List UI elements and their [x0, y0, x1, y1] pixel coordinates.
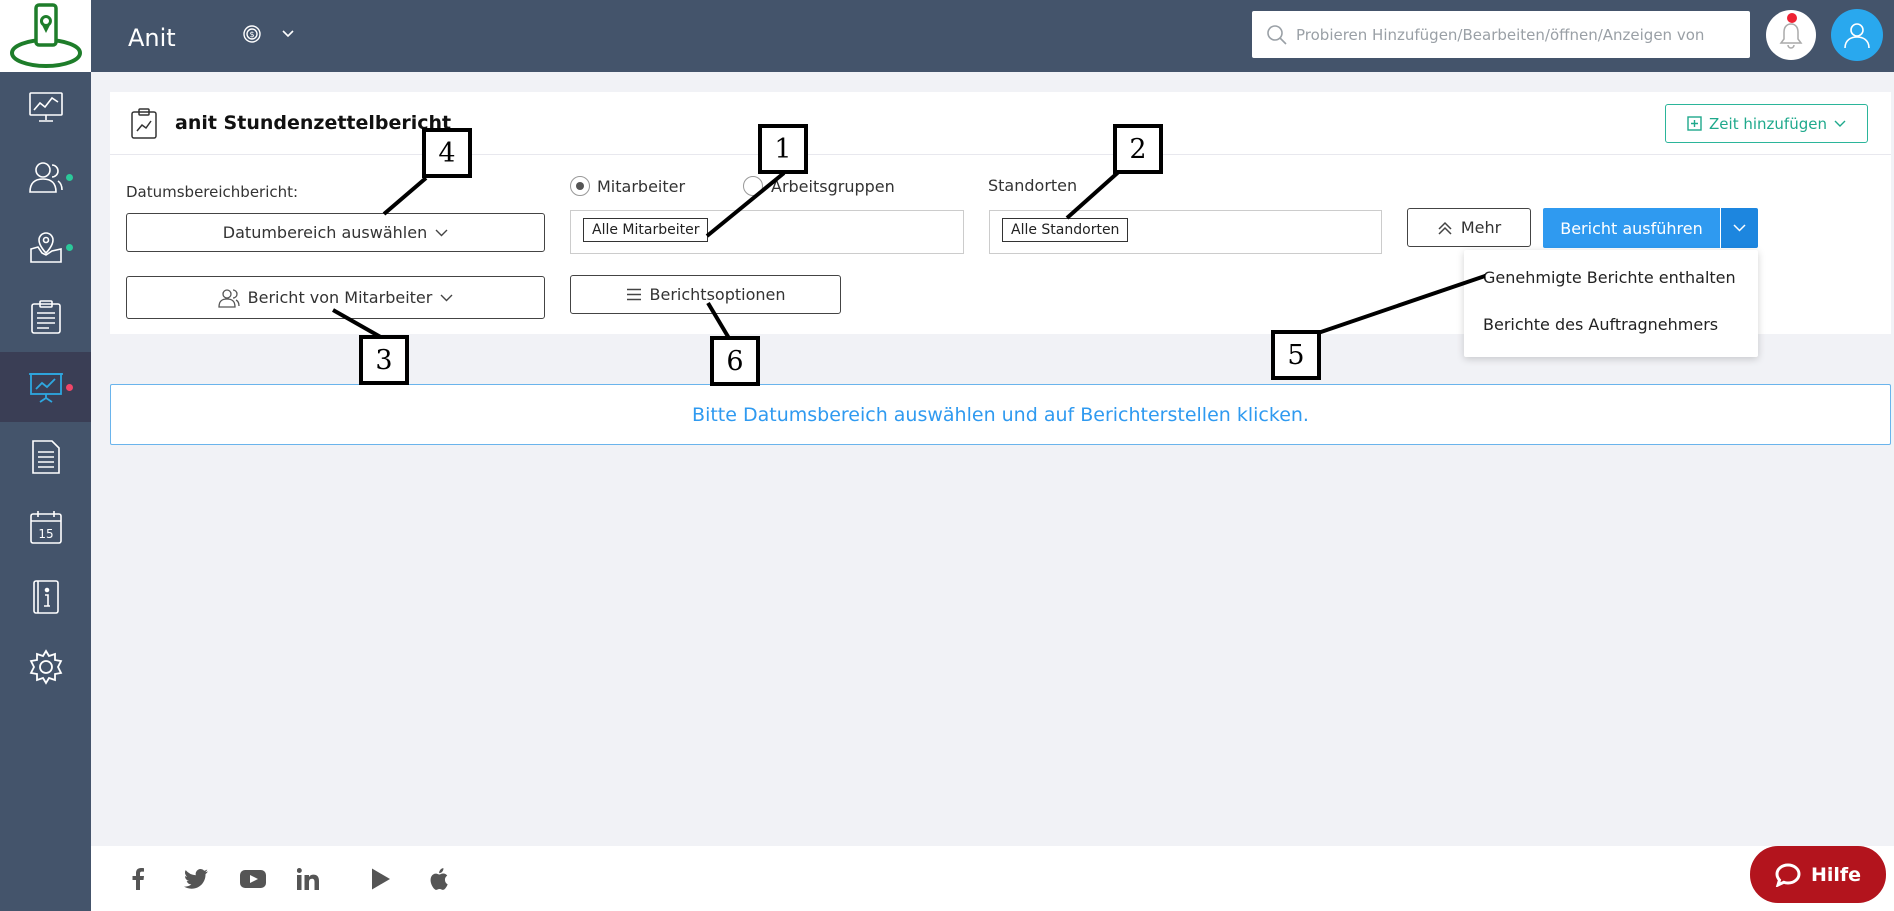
- currency-selector[interactable]: $: [241, 24, 295, 44]
- nav-calendar[interactable]: 15: [0, 492, 91, 562]
- radio-employees-label: Mitarbeiter: [597, 177, 686, 196]
- report-options-button[interactable]: Berichtsoptionen: [570, 275, 841, 314]
- clipboard-list-icon: [30, 300, 61, 334]
- help-label: Hilfe: [1810, 863, 1862, 886]
- report-options-label: Berichtsoptionen: [649, 285, 786, 304]
- users-icon: [218, 288, 240, 308]
- run-report-dropdown-toggle[interactable]: [1721, 208, 1758, 248]
- monitor-chart-icon: [28, 92, 63, 122]
- locations-chip[interactable]: Alle Standorten: [1002, 218, 1129, 242]
- nav-locations[interactable]: [0, 212, 91, 282]
- user-icon: [1844, 23, 1870, 49]
- more-button[interactable]: Mehr: [1407, 208, 1531, 247]
- nav-settings[interactable]: [0, 632, 91, 702]
- chevron-down-icon: [1733, 224, 1746, 232]
- chevron-down-icon: [1834, 120, 1846, 127]
- radio-workgroups[interactable]: [743, 176, 763, 196]
- add-time-label: Zeit hinzufügen: [1709, 114, 1827, 133]
- search-icon: [1267, 24, 1287, 45]
- info-book-icon: [32, 580, 59, 614]
- search-input[interactable]: [1296, 25, 1736, 44]
- report-card-header: anit Stundenzettelbericht Zeit hinzufüge…: [110, 92, 1891, 155]
- callout-2: 2: [1113, 124, 1163, 174]
- top-header: Anit $: [91, 0, 1894, 72]
- currency-icon: $: [243, 25, 261, 43]
- svg-text:15: 15: [38, 527, 53, 541]
- plus-square-icon: [1687, 116, 1702, 131]
- info-notice: Bitte Datumsbereich auswählen und auf Be…: [110, 384, 1891, 445]
- nav-reports[interactable]: [0, 352, 91, 422]
- document-icon: [31, 440, 60, 474]
- dropdown-item-approved-reports[interactable]: Genehmigte Berichte enthalten: [1483, 268, 1736, 287]
- date-range-button-label: Datumbereich auswählen: [222, 223, 428, 242]
- locations-label: Standorten: [988, 176, 1078, 195]
- app-logo[interactable]: [0, 0, 91, 72]
- date-range-label: Datumsbereichbericht:: [126, 183, 299, 201]
- chevron-down-icon: [440, 294, 453, 301]
- gear-icon: [29, 649, 62, 685]
- employees-chip[interactable]: Alle Mitarbeiter: [583, 218, 709, 242]
- apple-icon[interactable]: [429, 868, 449, 890]
- radio-employees[interactable]: [570, 176, 590, 196]
- presentation-chart-icon: [28, 373, 63, 403]
- date-range-button[interactable]: Datumbereich auswählen: [126, 213, 545, 252]
- callout-1: 1: [758, 124, 808, 174]
- menu-icon: [626, 288, 641, 301]
- run-report-dropdown-menu: Genehmigte Berichte enthalten Berichte d…: [1464, 250, 1758, 357]
- clipboard-chart-icon: [131, 108, 157, 139]
- nav-info[interactable]: [0, 562, 91, 632]
- status-dot: [66, 244, 73, 251]
- employee-report-button[interactable]: Bericht von Mitarbeiter: [126, 276, 545, 319]
- add-time-button[interactable]: Zeit hinzufügen: [1665, 104, 1868, 143]
- user-avatar[interactable]: [1831, 9, 1883, 61]
- app-title: Anit: [128, 24, 176, 52]
- nav-users[interactable]: [0, 142, 91, 212]
- callout-3: 3: [359, 335, 409, 385]
- linkedin-icon[interactable]: [297, 868, 319, 890]
- notification-dot: [1787, 13, 1797, 23]
- logo-icon: [9, 3, 82, 68]
- employee-report-label: Bericht von Mitarbeiter: [247, 288, 433, 307]
- employees-select[interactable]: Alle Mitarbeiter: [570, 210, 964, 254]
- footer: [91, 846, 1894, 911]
- users-icon: [28, 162, 63, 193]
- more-label: Mehr: [1460, 218, 1502, 237]
- chevrons-up-icon: [1438, 221, 1452, 235]
- dropdown-item-contractor-reports[interactable]: Berichte des Auftragnehmers: [1483, 315, 1718, 334]
- youtube-icon[interactable]: [240, 868, 266, 890]
- chevron-down-icon: [435, 229, 448, 236]
- locations-select[interactable]: Alle Standorten: [989, 210, 1382, 254]
- status-dot: [66, 174, 73, 181]
- nav-timesheets[interactable]: [0, 282, 91, 352]
- twitter-icon[interactable]: [184, 868, 208, 890]
- radio-workgroups-label: Arbeitsgruppen: [771, 177, 895, 196]
- report-title: anit Stundenzettelbericht: [175, 112, 452, 134]
- help-button[interactable]: Hilfe: [1750, 846, 1886, 903]
- callout-4: 4: [422, 128, 472, 178]
- chat-bubble-icon: [1775, 862, 1801, 887]
- calendar-icon: 15: [29, 511, 62, 544]
- status-dot: [66, 384, 73, 391]
- chevron-down-icon: [282, 30, 294, 38]
- svg-text:$: $: [249, 30, 254, 39]
- nav-dashboard[interactable]: [0, 72, 91, 142]
- facebook-icon[interactable]: [131, 868, 145, 890]
- run-report-button[interactable]: Bericht ausführen: [1543, 208, 1720, 248]
- map-pin-icon: [29, 232, 62, 263]
- nav-documents[interactable]: [0, 422, 91, 492]
- sidebar: 15: [0, 0, 91, 911]
- global-search[interactable]: [1252, 11, 1750, 58]
- bell-icon: [1779, 23, 1803, 49]
- callout-5: 5: [1271, 330, 1321, 380]
- google-play-icon[interactable]: [371, 868, 391, 890]
- callout-6: 6: [710, 336, 760, 386]
